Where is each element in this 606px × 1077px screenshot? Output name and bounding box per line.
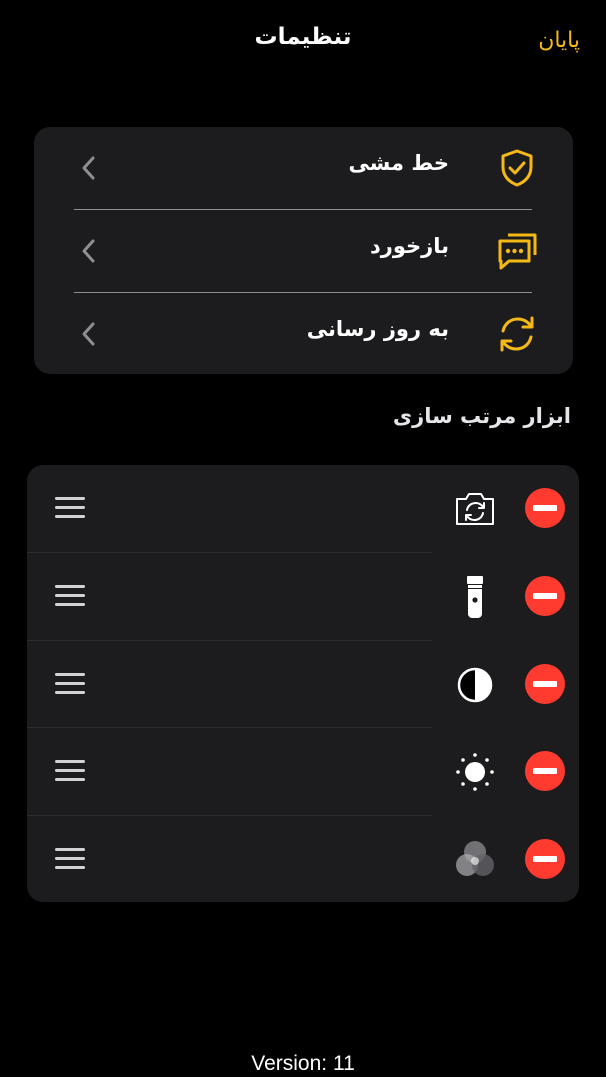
remove-button[interactable] xyxy=(525,664,565,704)
chevron-left-icon xyxy=(82,239,95,263)
tool-row-color-filter xyxy=(27,816,579,902)
brightness-icon xyxy=(456,753,494,791)
remove-button[interactable] xyxy=(525,751,565,791)
tool-row-flashlight xyxy=(27,553,579,640)
settings-item-label: خط مشی xyxy=(348,151,449,175)
remove-button[interactable] xyxy=(525,839,565,879)
tool-row-contrast xyxy=(27,641,579,728)
settings-item-policy[interactable]: خط مشی xyxy=(34,127,573,209)
tool-row-brightness xyxy=(27,728,579,815)
settings-item-update[interactable]: به روز رسانی xyxy=(34,293,573,375)
tools-card xyxy=(27,465,579,902)
header: تنظیمات پایان xyxy=(0,0,606,80)
remove-button[interactable] xyxy=(525,488,565,528)
reorder-handle-icon[interactable] xyxy=(49,667,91,701)
done-button[interactable]: پایان xyxy=(538,28,580,53)
version-label: Version: 11 xyxy=(251,1052,355,1075)
remove-button[interactable] xyxy=(525,576,565,616)
page-title: تنظیمات xyxy=(254,24,352,50)
chevron-left-icon xyxy=(82,156,95,180)
reorder-handle-icon[interactable] xyxy=(49,491,91,525)
chevron-left-icon xyxy=(82,322,95,346)
settings-item-feedback[interactable]: بازخورد xyxy=(34,210,573,292)
settings-card: خط مشی بازخورد به روز رسانی xyxy=(34,127,573,374)
reorder-handle-icon[interactable] xyxy=(49,579,91,613)
contrast-icon xyxy=(457,667,493,703)
tool-row-camera xyxy=(27,465,579,552)
section-title: ابزار مرتب سازی xyxy=(392,404,571,428)
reorder-handle-icon[interactable] xyxy=(49,842,91,876)
flashlight-icon xyxy=(467,576,483,618)
refresh-icon xyxy=(500,316,534,352)
color-filter-icon xyxy=(456,841,494,876)
feedback-chat-icon xyxy=(498,233,537,270)
camera-flip-icon xyxy=(456,493,494,525)
settings-item-label: بازخورد xyxy=(369,234,449,258)
settings-item-label: به روز رسانی xyxy=(306,317,449,341)
reorder-handle-icon[interactable] xyxy=(49,754,91,788)
shield-check-icon xyxy=(501,149,533,187)
